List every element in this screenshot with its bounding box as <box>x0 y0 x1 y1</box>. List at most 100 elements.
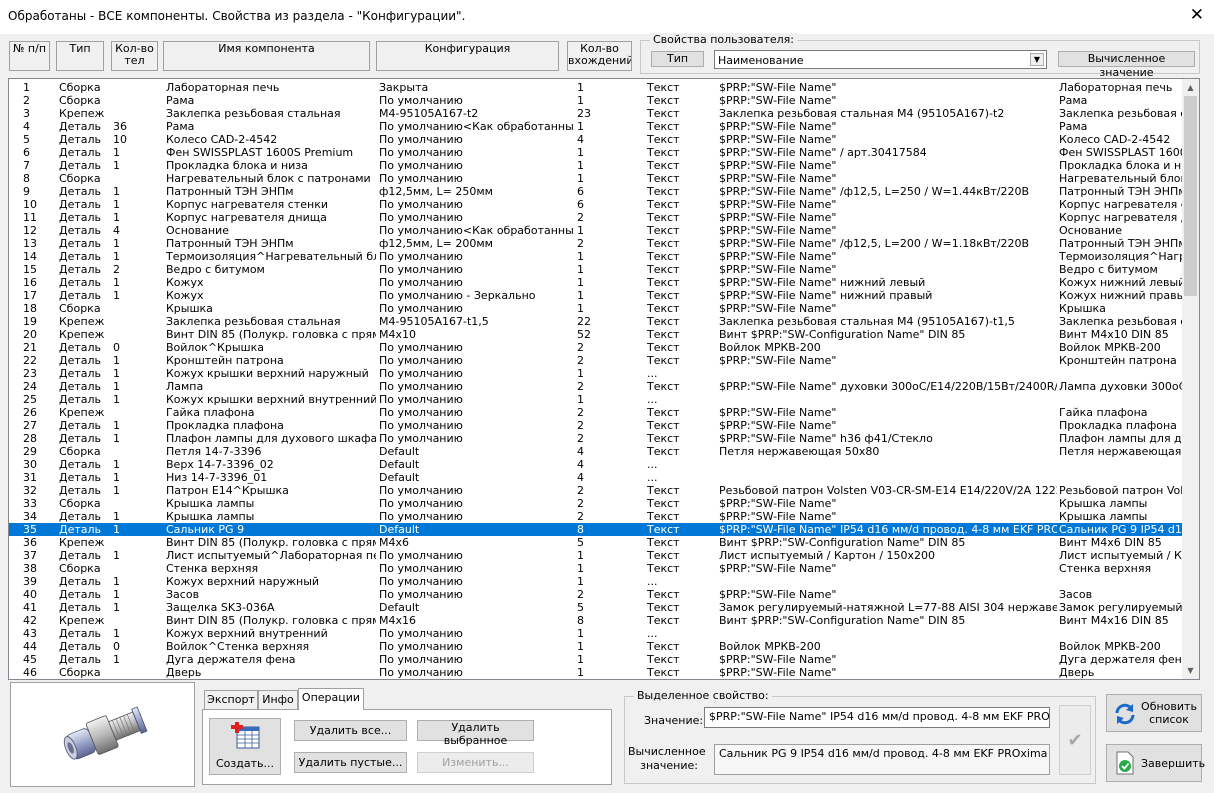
table-row[interactable]: 26 Крепеж Гайка плафона По умолчанию 2 Текст $… <box>9 406 1183 419</box>
table-cell: Прокладка плафона <box>166 419 284 432</box>
header-occurrences[interactable]: Кол-во вхождений <box>567 41 632 71</box>
table-row[interactable]: 5 Деталь 10 Колесо CAD-2-4542 По умолчанию 4 Т… <box>9 133 1183 146</box>
table-row[interactable]: 22 Деталь 1 Кронштейн патрона По умолчанию 2 Т… <box>9 354 1183 367</box>
table-row[interactable]: 21 Деталь 0 Войлок^Крышка По умолчанию 2 Текст… <box>9 341 1183 354</box>
vertical-scrollbar[interactable]: ▲ ▼ <box>1182 79 1199 679</box>
table-cell: По умолчанию <box>379 510 463 523</box>
table-row[interactable]: 37 Деталь 1 Лист испытуемый^Лабораторная пе… <box>9 549 1183 562</box>
table-row[interactable]: 46 Сборка Дверь По умолчанию 1 Текст $PRP:"SW-… <box>9 666 1183 679</box>
header-type[interactable]: Тип <box>56 41 104 71</box>
table-cell: Корпус нагревателя днища <box>166 211 327 224</box>
table-row[interactable]: 8 Сборка Нагревательный блок с патронами По… <box>9 172 1183 185</box>
table-cell: 27 <box>23 419 37 432</box>
table-row[interactable]: 44 Деталь 0 Войлок^Стенка верхняя По умолчан… <box>9 640 1183 653</box>
table-row[interactable]: 33 Сборка Крышка лампы По умолчанию 2 Текст $P… <box>9 497 1183 510</box>
delete-selected-button[interactable]: Удалить выбранное <box>417 720 534 747</box>
table-cell: M4x10 <box>379 328 416 341</box>
table-row[interactable]: 10 Деталь 1 Корпус нагревателя стенки По умо… <box>9 198 1183 211</box>
table-row[interactable]: 25 Деталь 1 Кожух крышки верхний внутренний… <box>9 393 1183 406</box>
table-row[interactable]: 24 Деталь 1 Лампа По умолчанию 2 Текст $PRP:"SW… <box>9 380 1183 393</box>
table-cell: $PRP:"SW-File Name" духовки 300оС/E14/22… <box>719 380 1057 393</box>
table-row[interactable]: 27 Деталь 1 Прокладка плафона По умолчанию 2 Т… <box>9 419 1183 432</box>
table-cell: Ведро с битумом <box>166 263 265 276</box>
create-button[interactable]: Создать... <box>209 718 281 775</box>
header-num[interactable]: № п/п <box>9 41 50 71</box>
table-cell: По умолчанию <box>379 653 463 666</box>
table-cell: Войлок МРКВ-200 <box>1059 640 1161 653</box>
header-config[interactable]: Конфигурация <box>376 41 559 71</box>
table-cell: Текст <box>647 588 680 601</box>
scroll-up-icon[interactable]: ▲ <box>1182 79 1199 96</box>
table-row[interactable]: 16 Деталь 1 Кожух По умолчанию 1 Текст $PRP:"SW… <box>9 276 1183 289</box>
finish-button[interactable]: Завершить <box>1106 744 1205 782</box>
table-row[interactable]: 3 Крепеж Заклепка резьбовая стальная M4-951… <box>9 107 1183 120</box>
table-row[interactable]: 17 Деталь 1 Кожух По умолчанию - Зеркально 1 Т… <box>9 289 1183 302</box>
table-cell: Текст <box>647 81 680 94</box>
table-row[interactable]: 1 Сборка Лабораторная печь Закрыта 1 Текст $PR… <box>9 81 1183 94</box>
computed-value-label: Вычисленное значение: <box>628 745 706 772</box>
refresh-list-button[interactable]: Обновить список <box>1106 694 1202 732</box>
table-row[interactable]: 2 Сборка Рама По умолчанию 1 Текст $PRP:"SW-Fi… <box>9 94 1183 107</box>
table-row[interactable]: 15 Деталь 2 Ведро с битумом По умолчанию 1 Тек… <box>9 263 1183 276</box>
table-cell: Деталь <box>59 653 102 666</box>
table-row[interactable]: 41 Деталь 1 Защелка SK3-036A Default 5 Текст За… <box>9 601 1183 614</box>
finish-check-icon <box>1116 751 1134 775</box>
table-cell: Основание <box>1059 224 1122 237</box>
table-row[interactable]: 43 Деталь 1 Кожух верхний внутренний По умол… <box>9 627 1183 640</box>
table-cell: По умолчанию<Как обработанный> <box>379 224 574 237</box>
table-cell: Кожух <box>166 276 204 289</box>
table-cell: Деталь <box>59 640 102 653</box>
delete-all-button[interactable]: Удалить все... <box>294 720 407 741</box>
tab-operations[interactable]: Операции <box>298 688 364 710</box>
computed-value-button[interactable]: Вычисленное значение <box>1058 51 1195 79</box>
chevron-down-icon[interactable]: ▼ <box>1030 53 1044 66</box>
table-row[interactable]: 40 Деталь 1 Засов По умолчанию 2 Текст $PRP:"SW… <box>9 588 1183 601</box>
table-row[interactable]: 30 Деталь 1 Верх 14-7-3396_02 Default 4... <box>9 458 1183 471</box>
table-row[interactable]: 31 Деталь 1 Низ 14-7-3396_01 Default 4... <box>9 471 1183 484</box>
table-cell: $PRP:"SW-File Name" <box>719 666 837 679</box>
table-row[interactable]: 32 Деталь 1 Патрон E14^Крышка По умолчанию 2 Т… <box>9 484 1183 497</box>
table-row[interactable]: 45 Деталь 1 Дуга держателя фена По умолчанию… <box>9 653 1183 666</box>
header-qty[interactable]: Кол-во тел <box>111 41 158 71</box>
preview-panel <box>10 682 195 787</box>
title-bar: Обработаны - ВСЕ компоненты. Свойства из… <box>0 0 1214 34</box>
table-row[interactable]: 18 Сборка Крышка По умолчанию 1 Текст $PRP:"SW… <box>9 302 1183 315</box>
table-row[interactable]: 12 Деталь 4 Основание По умолчанию<Как обраб… <box>9 224 1183 237</box>
table-row[interactable]: 19 Крепеж Заклепка резьбовая стальная M4-95… <box>9 315 1183 328</box>
table-row[interactable]: 42 Крепеж Винт DIN 85 (Полукр. головка с п… <box>9 614 1183 627</box>
table-row[interactable]: 4 Деталь 36 Рама По умолчанию<Как обработанн… <box>9 120 1183 133</box>
table-row[interactable]: 20 Крепеж Винт DIN 85 (Полукр. головка с п… <box>9 328 1183 341</box>
apply-button[interactable]: ✔ <box>1059 705 1091 775</box>
table-row[interactable]: 35 Деталь 1 Сальник PG 9 Default 8 Текст $PRP:"… <box>9 523 1183 536</box>
table-cell <box>113 536 163 549</box>
tab-info[interactable]: Инфо <box>258 690 298 709</box>
close-icon[interactable]: ✕ <box>1190 6 1204 24</box>
table-row[interactable]: 38 Сборка Стенка верхняя По умолчанию 1 Текст… <box>9 562 1183 575</box>
components-list[interactable]: 1 Сборка Лабораторная печь Закрыта 1 Текст $PR… <box>8 78 1200 680</box>
table-row[interactable]: 14 Деталь 1 Термоизоляция^Нагревательный бл… <box>9 250 1183 263</box>
table-row[interactable]: 7 Деталь 1 Прокладка блока и низа По умолчан… <box>9 159 1183 172</box>
table-row[interactable]: 36 Крепеж Винт DIN 85 (Полукр. головка с п… <box>9 536 1183 549</box>
table-row[interactable]: 11 Деталь 1 Корпус нагревателя днища По умол… <box>9 211 1183 224</box>
table-row[interactable]: 6 Деталь 1 Фен SWISSPLAST 1600S Premium По у… <box>9 146 1183 159</box>
edit-button[interactable]: Изменить... <box>417 752 534 773</box>
table-row[interactable]: 23 Деталь 1 Кожух крышки верхний наружный По… <box>9 367 1183 380</box>
property-combobox[interactable]: Наименование ▼ <box>714 50 1047 69</box>
table-row[interactable]: 39 Деталь 1 Кожух верхний наружный По умолча… <box>9 575 1183 588</box>
type-button[interactable]: Тип <box>651 51 704 67</box>
table-row[interactable]: 9 Деталь 1 Патронный ТЭН ЭНПм ф12,5мм, L= 25… <box>9 185 1183 198</box>
header-name[interactable]: Имя компонента <box>163 41 370 71</box>
table-row[interactable]: 28 Деталь 1 Плафон лампы для духового шкафа… <box>9 432 1183 445</box>
table-cell: Сборка <box>59 94 101 107</box>
table-row[interactable]: 13 Деталь 1 Патронный ТЭН ЭНПм ф12,5мм, L= 2… <box>9 237 1183 250</box>
delete-empty-button[interactable]: Удалить пустые... <box>294 752 407 773</box>
table-cell <box>719 471 1057 484</box>
tab-export[interactable]: Экспорт <box>204 690 258 709</box>
table-row[interactable]: 34 Деталь 1 Крышка лампы По умолчанию 2 Текст $… <box>9 510 1183 523</box>
scroll-thumb[interactable] <box>1184 96 1197 296</box>
table-cell: Рама <box>1059 120 1088 133</box>
table-cell: Деталь <box>59 575 102 588</box>
value-field[interactable]: $PRP:"SW-File Name" IP54 d16 мм/d провод… <box>704 707 1050 728</box>
scroll-down-icon[interactable]: ▼ <box>1182 662 1199 679</box>
table-row[interactable]: 29 Сборка Петля 14-7-3396 Default 4 Текст Петл… <box>9 445 1183 458</box>
